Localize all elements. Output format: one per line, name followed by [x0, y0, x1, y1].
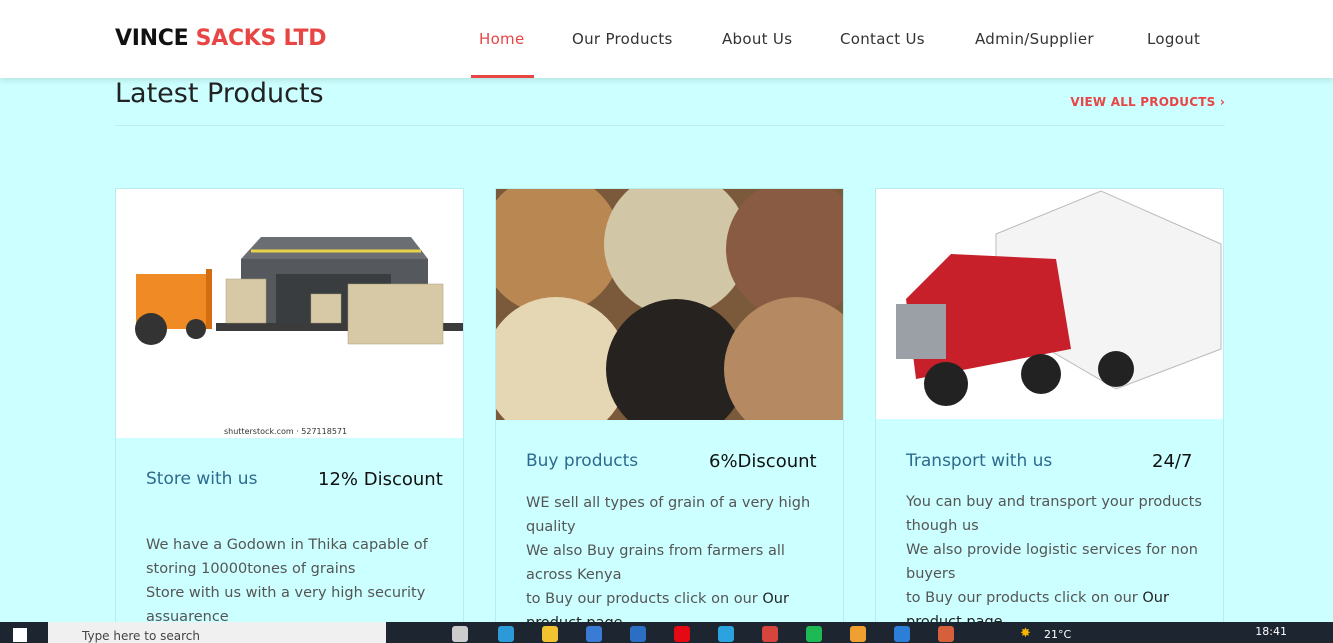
brand-logo[interactable]: VINCE SACKS LTD	[115, 26, 326, 51]
product-card-store: shutterstock.com · 527118571 Store with …	[115, 188, 464, 643]
link-prefix: to Buy our products click on our	[906, 590, 1143, 606]
truck-illustration	[876, 189, 1223, 419]
chrome-icon[interactable]	[762, 626, 778, 642]
taskbar-search-input[interactable]: Type here to search	[48, 622, 386, 643]
nav-our-products[interactable]: Our Products	[572, 30, 673, 48]
nav-about-us[interactable]: About Us	[722, 30, 792, 48]
weather-temp[interactable]: 21°C	[1044, 628, 1071, 641]
task-view-icon[interactable]	[452, 626, 468, 642]
discount-badge: 6%Discount	[709, 451, 817, 472]
section-divider	[115, 125, 1225, 126]
card-description: WE sell all types of grain of a very hig…	[526, 491, 826, 635]
description-line: We also provide logistic services for no…	[906, 542, 1198, 582]
card-title: Transport with us	[906, 451, 1053, 471]
site-header: VINCE SACKS LTD Home Our Products About …	[0, 0, 1333, 78]
store-icon[interactable]	[586, 626, 602, 642]
chevron-right-icon: ›	[1219, 95, 1225, 109]
card-title: Buy products	[526, 451, 639, 471]
vscode-icon[interactable]	[894, 626, 910, 642]
warehouse-illustration: shutterstock.com · 527118571	[116, 189, 463, 438]
nav-active-indicator	[471, 75, 534, 78]
weather-icon[interactable]: ✸	[1020, 626, 1031, 641]
app-icon[interactable]	[938, 626, 954, 642]
windows-start-icon[interactable]	[13, 628, 27, 642]
nav-contact-us[interactable]: Contact Us	[840, 30, 925, 48]
view-all-products-link[interactable]: VIEW ALL PRODUCTS ›	[1070, 95, 1225, 109]
card-title: Store with us	[146, 469, 258, 489]
grain-sacks-photo	[496, 189, 843, 420]
description-line: We have a Godown in Thika capable of sto…	[146, 537, 428, 577]
card-description: You can buy and transport your products …	[906, 490, 1206, 634]
search-placeholder: Type here to search	[82, 629, 200, 643]
image-caption: shutterstock.com · 527118571	[224, 427, 347, 436]
availability-badge: 24/7	[1152, 451, 1193, 472]
telegram-icon[interactable]	[718, 626, 734, 642]
description-line: We also Buy grains from farmers all acro…	[526, 543, 785, 583]
clock-time[interactable]: 18:41	[1255, 625, 1287, 638]
file-explorer-icon[interactable]	[542, 626, 558, 642]
pencil-icon[interactable]	[850, 626, 866, 642]
brand-name-part2: SACKS LTD	[195, 26, 327, 51]
card-description: We have a Godown in Thika capable of sto…	[146, 533, 446, 629]
nav-admin-supplier[interactable]: Admin/Supplier	[975, 30, 1094, 48]
section-title: Latest Products	[115, 78, 324, 109]
view-all-label: VIEW ALL PRODUCTS	[1070, 95, 1216, 109]
nav-home[interactable]: Home	[479, 30, 525, 48]
nav-logout[interactable]: Logout	[1147, 30, 1200, 48]
windows-taskbar: Type here to search ✸ 21°C 18:41	[0, 622, 1333, 643]
grains-image	[496, 189, 843, 420]
product-card-transport: Transport with us 24/7 You can buy and t…	[875, 188, 1224, 643]
edge-icon[interactable]	[498, 626, 514, 642]
link-prefix: to Buy our products click on our	[526, 591, 763, 607]
description-line: You can buy and transport your products …	[906, 494, 1202, 534]
discount-badge: 12% Discount	[318, 469, 443, 490]
warehouse-image: shutterstock.com · 527118571	[116, 189, 463, 438]
brand-name-part1: VINCE	[115, 26, 196, 51]
product-card-buy: Buy products 6%Discount WE sell all type…	[495, 188, 844, 643]
netflix-icon[interactable]	[674, 626, 690, 642]
mail-icon[interactable]	[630, 626, 646, 642]
description-line: WE sell all types of grain of a very hig…	[526, 495, 811, 535]
truck-image	[876, 189, 1223, 419]
spotify-icon[interactable]	[806, 626, 822, 642]
